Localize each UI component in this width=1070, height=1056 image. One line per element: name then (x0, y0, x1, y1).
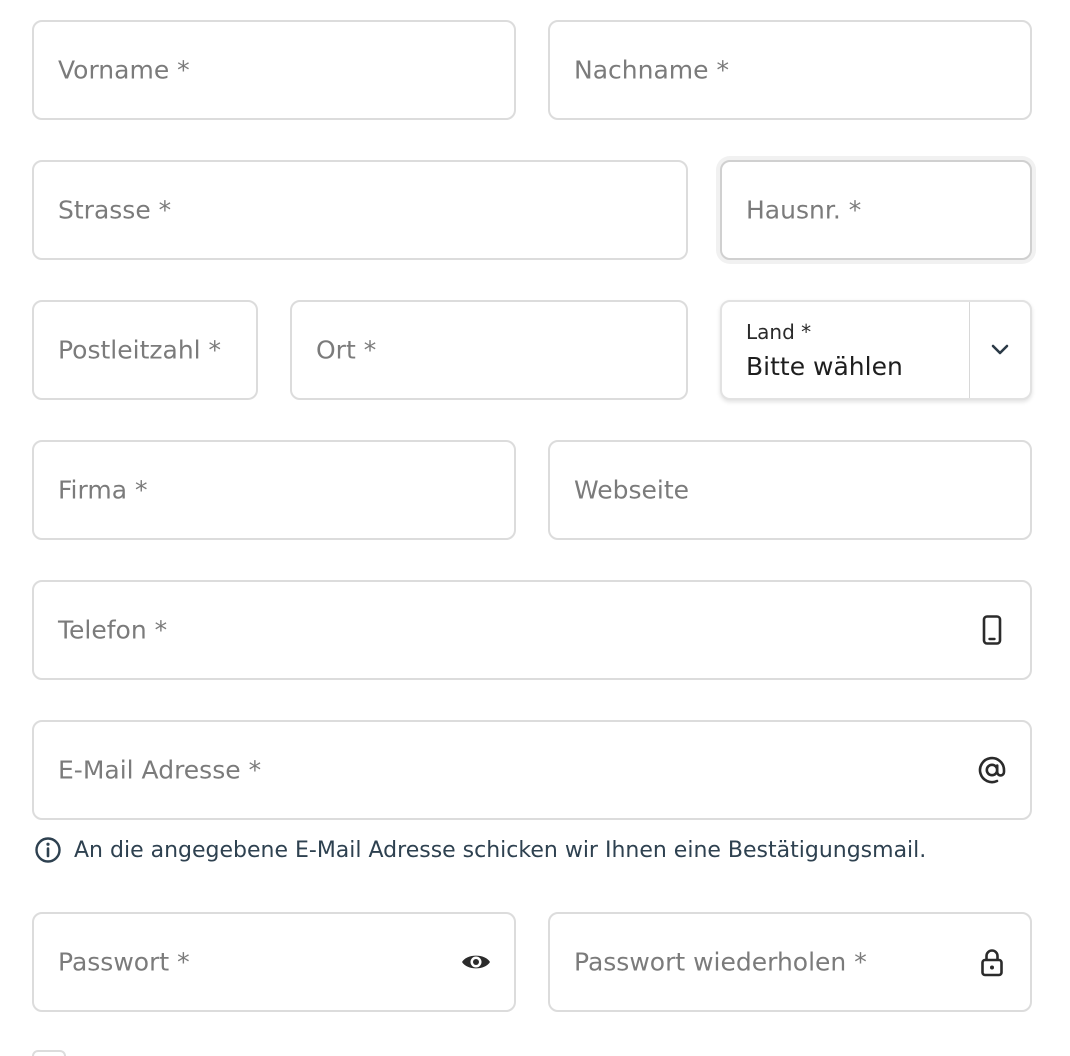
postal-code-placeholder: Postleitzahl * (58, 335, 222, 365)
last-name-placeholder: Nachname * (574, 55, 729, 85)
first-name-placeholder: Vorname * (58, 55, 190, 85)
registration-form: Vorname * Nachname * Strasse * Hausnr. *… (0, 0, 1070, 1056)
country-select[interactable]: Land * Bitte wählen (720, 300, 1032, 400)
password-placeholder: Passwort * (58, 947, 190, 977)
website-input[interactable]: Webseite (548, 440, 1032, 540)
country-label: Land * (746, 320, 812, 344)
city-input[interactable]: Ort * (290, 300, 688, 400)
house-number-placeholder: Hausnr. * (746, 195, 862, 225)
street-input[interactable]: Strasse * (32, 160, 688, 260)
city-placeholder: Ort * (316, 335, 377, 365)
country-selected-value: Bitte wählen (746, 352, 903, 381)
email-hint-text: An die angegebene E-Mail Adresse schicke… (74, 837, 927, 863)
terms-checkbox[interactable] (32, 1050, 66, 1056)
street-placeholder: Strasse * (58, 195, 172, 225)
select-divider (969, 302, 970, 398)
first-name-input[interactable]: Vorname * (32, 20, 516, 120)
password-repeat-placeholder: Passwort wiederholen * (574, 947, 867, 977)
email-input[interactable]: E-Mail Adresse * (32, 720, 1032, 820)
postal-code-input[interactable]: Postleitzahl * (32, 300, 258, 400)
last-name-input[interactable]: Nachname * (548, 20, 1032, 120)
email-placeholder: E-Mail Adresse * (58, 755, 262, 785)
website-placeholder: Webseite (574, 475, 690, 505)
smartphone-icon (976, 614, 1008, 646)
email-hint: An die angegebene E-Mail Adresse schicke… (34, 836, 926, 864)
chevron-down-icon[interactable] (984, 334, 1016, 366)
phone-input[interactable]: Telefon * (32, 580, 1032, 680)
eye-icon[interactable] (460, 946, 492, 978)
info-icon (35, 837, 61, 863)
at-sign-icon (976, 754, 1008, 786)
house-number-input[interactable]: Hausnr. * (720, 160, 1032, 260)
lock-icon (976, 946, 1008, 978)
phone-placeholder: Telefon * (58, 615, 168, 645)
company-placeholder: Firma * (58, 475, 148, 505)
company-input[interactable]: Firma * (32, 440, 516, 540)
password-repeat-input[interactable]: Passwort wiederholen * (548, 912, 1032, 1012)
password-input[interactable]: Passwort * (32, 912, 516, 1012)
